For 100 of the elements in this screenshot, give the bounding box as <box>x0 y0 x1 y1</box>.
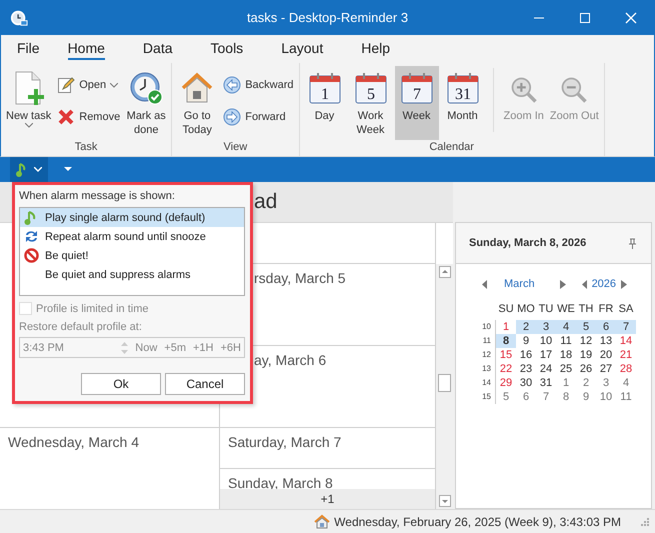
ribbon-button[interactable]: 31 Month <box>440 66 485 140</box>
resize-grip-icon[interactable] <box>641 518 649 526</box>
calendar-day[interactable]: 9 <box>516 334 536 348</box>
previous-icon[interactable] <box>482 280 488 288</box>
option-item[interactable]: Repeat alarm sound until snooze <box>20 227 244 246</box>
calendar-day[interactable]: 13 <box>596 334 616 348</box>
calendar-day[interactable]: 7 <box>616 320 636 334</box>
calendar-day[interactable]: 6 <box>596 320 616 334</box>
day-label: rsday, March 5 <box>254 270 346 286</box>
calendar-day[interactable]: 10 <box>536 334 556 348</box>
calendar-day[interactable]: 28 <box>616 362 636 376</box>
status-text: Wednesday, February 26, 2025 (Week 9), 3:43:03 PM <box>334 514 621 528</box>
calendar-day[interactable]: 30 <box>516 376 536 390</box>
menu-tab[interactable]: Home <box>68 38 105 60</box>
caret-icon[interactable] <box>64 167 72 172</box>
calendar-day[interactable]: 27 <box>596 362 616 376</box>
ribbon-button[interactable]: New task <box>4 66 54 140</box>
maximize-icon[interactable] <box>579 12 591 24</box>
close-icon[interactable] <box>625 12 637 24</box>
calendar-day[interactable]: 5 <box>576 320 596 334</box>
ribbon-button[interactable]: Forward <box>221 108 296 126</box>
forbidden-icon <box>24 248 38 263</box>
ribbon-button[interactable]: Backward <box>221 76 296 94</box>
calendar-day[interactable]: 29 <box>496 376 516 390</box>
edit-icon <box>57 76 76 94</box>
calendar-day[interactable]: 20 <box>596 348 616 362</box>
alarm-clock-icon <box>10 8 28 26</box>
week-number: 13 <box>456 362 496 376</box>
calendar-day[interactable]: 8 <box>556 390 576 404</box>
calendar-day[interactable]: 16 <box>516 348 536 362</box>
calendar-day[interactable]: 9 <box>576 390 596 404</box>
menu-tab[interactable]: File <box>17 38 40 60</box>
calendar-day[interactable]: 15 <box>496 348 516 362</box>
ribbon-button[interactable]: 1 Day <box>302 66 347 140</box>
dialog-button[interactable]: Ok <box>81 373 161 395</box>
calendar-day[interactable]: 11 <box>616 390 636 404</box>
calendar-day[interactable]: 3 <box>536 320 556 334</box>
calendar-day[interactable]: 31 <box>536 376 556 390</box>
scrollbar[interactable] <box>436 264 453 509</box>
calendar-day[interactable]: 26 <box>576 362 596 376</box>
ribbon-button[interactable]: Mark as done <box>124 66 168 140</box>
pin-icon[interactable] <box>628 238 637 248</box>
checkbox-label: Profile is limited in time <box>36 302 148 314</box>
day-label: Wednesday, March 4 <box>8 434 139 450</box>
dialog-button[interactable]: Cancel <box>165 373 245 395</box>
ribbon-button[interactable]: Go to Today <box>175 66 220 140</box>
calendar-day[interactable]: 4 <box>616 376 636 390</box>
menu-tab[interactable]: Tools <box>210 38 244 60</box>
calendar-day[interactable]: 6 <box>516 390 536 404</box>
repeat-icon <box>24 229 38 244</box>
ribbon-button[interactable]: Remove <box>55 108 122 126</box>
menu-tab[interactable]: Help <box>361 38 390 60</box>
calendar-day[interactable]: 3 <box>596 376 616 390</box>
option-item[interactable]: Be quiet! <box>20 246 244 265</box>
selected-date: Sunday, March 8, 2026 <box>469 237 586 249</box>
calendar-day[interactable]: 17 <box>536 348 556 362</box>
calendar-day[interactable]: 1 <box>496 320 516 334</box>
calendar-day[interactable]: 10 <box>596 390 616 404</box>
calendar-day[interactable]: 4 <box>556 320 576 334</box>
scroll-down-icon[interactable] <box>438 495 450 507</box>
menu-tab[interactable]: Layout <box>281 38 324 60</box>
clock-check-icon <box>129 71 164 105</box>
option-item[interactable]: Be quiet and suppress alarms <box>20 265 244 284</box>
calendar-day[interactable]: 24 <box>536 362 556 376</box>
option-item[interactable]: Play single alarm sound (default) <box>20 208 244 227</box>
next-icon[interactable] <box>560 280 566 288</box>
more-appointments-bar[interactable]: +1 <box>220 489 435 509</box>
ribbon-button[interactable]: 7 Week <box>394 66 439 140</box>
restore-label: Restore default profile at: <box>19 321 143 333</box>
sound-profile-button[interactable] <box>10 157 48 182</box>
calendar-day[interactable]: 14 <box>616 334 636 348</box>
day-label: Saturday, March 7 <box>228 434 342 450</box>
weekday-label: SU <box>497 302 515 316</box>
year-label[interactable]: 2026 <box>592 278 616 290</box>
calendar-day[interactable]: 19 <box>576 348 596 362</box>
next-icon[interactable] <box>621 280 628 288</box>
day-label: ay, March 6 <box>254 352 326 368</box>
ribbon-button[interactable]: Open <box>55 76 122 94</box>
calendar-day[interactable]: 11 <box>556 334 576 348</box>
menu-tab[interactable]: Data <box>142 38 172 60</box>
calendar-day[interactable]: 2 <box>516 320 536 334</box>
calendar-day[interactable]: 1 <box>556 376 576 390</box>
calendar-day[interactable]: 18 <box>556 348 576 362</box>
calendar-day[interactable]: 22 <box>496 362 516 376</box>
week-number: 15 <box>456 390 496 404</box>
calendar-day[interactable]: 8 <box>496 334 516 348</box>
scroll-thumb[interactable] <box>438 374 451 392</box>
calendar-day[interactable]: 23 <box>516 362 536 376</box>
calendar-day[interactable]: 5 <box>496 390 516 404</box>
weekday-label: MO <box>516 302 536 316</box>
calendar-day[interactable]: 2 <box>576 376 596 390</box>
month-label[interactable]: March <box>504 278 535 290</box>
previous-icon[interactable] <box>582 280 588 288</box>
zoom-in-icon <box>508 75 539 105</box>
calendar-day[interactable]: 7 <box>536 390 556 404</box>
calendar-day[interactable]: 12 <box>576 334 596 348</box>
scroll-up-icon[interactable] <box>438 266 450 278</box>
ribbon-button[interactable]: 5 Work Week <box>348 66 393 140</box>
calendar-day[interactable]: 25 <box>556 362 576 376</box>
calendar-day[interactable]: 21 <box>616 348 636 362</box>
